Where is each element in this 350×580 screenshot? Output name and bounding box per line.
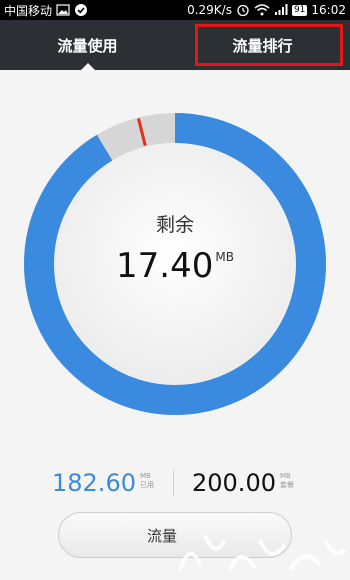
remaining-label: 剩余 — [155, 214, 194, 236]
active-tab-indicator — [80, 63, 95, 70]
plan-unit: MB — [279, 472, 291, 480]
used-value: 182.60 — [52, 469, 136, 497]
tab-label: 流量使用 — [57, 36, 118, 55]
signal-icon — [274, 4, 288, 16]
stats-divider — [173, 470, 174, 496]
wifi-icon — [254, 4, 270, 16]
battery-icon: 91 — [291, 4, 308, 16]
check-icon — [74, 3, 88, 17]
annotation-highlight-box — [195, 24, 343, 66]
used-tag: MB 已用 — [140, 472, 154, 490]
alarm-icon — [236, 3, 250, 17]
network-speed: 0.29K/s — [187, 3, 232, 17]
watermark-decoration — [178, 534, 347, 572]
tab-traffic-usage[interactable]: 流量使用 — [0, 20, 175, 70]
carrier-label: 中国移动 — [4, 3, 53, 18]
image-icon — [56, 4, 70, 16]
plan-stat: 200.00 MB 套餐 — [192, 468, 294, 498]
used-unit: MB — [139, 472, 151, 480]
remaining-unit: MB — [215, 250, 234, 264]
usage-stats: 182.60 MB 已用 200.00 MB 套餐 — [0, 468, 350, 508]
used-label: 已用 — [139, 481, 154, 489]
plan-tag: MB 套餐 — [280, 472, 294, 490]
clock: 16:02 — [311, 3, 346, 17]
plan-value: 200.00 — [192, 469, 276, 497]
remaining-value-row: 17.40 MB — [75, 237, 275, 286]
remaining-value: 17.40 — [116, 246, 214, 286]
data-usage-gauge: 剩余 17.40 MB — [0, 70, 350, 430]
gauge-readout: 剩余 17.40 MB — [75, 210, 275, 286]
used-stat: 182.60 MB 已用 — [52, 468, 154, 498]
status-bar: 中国移动 0.29K/s 91 16:02 — [0, 0, 350, 20]
battery-level: 91 — [293, 4, 306, 15]
main-content: 剩余 17.40 MB 182.60 MB 已用 200.00 MB 套餐 流量 — [0, 70, 350, 580]
plan-label: 套餐 — [279, 481, 294, 489]
